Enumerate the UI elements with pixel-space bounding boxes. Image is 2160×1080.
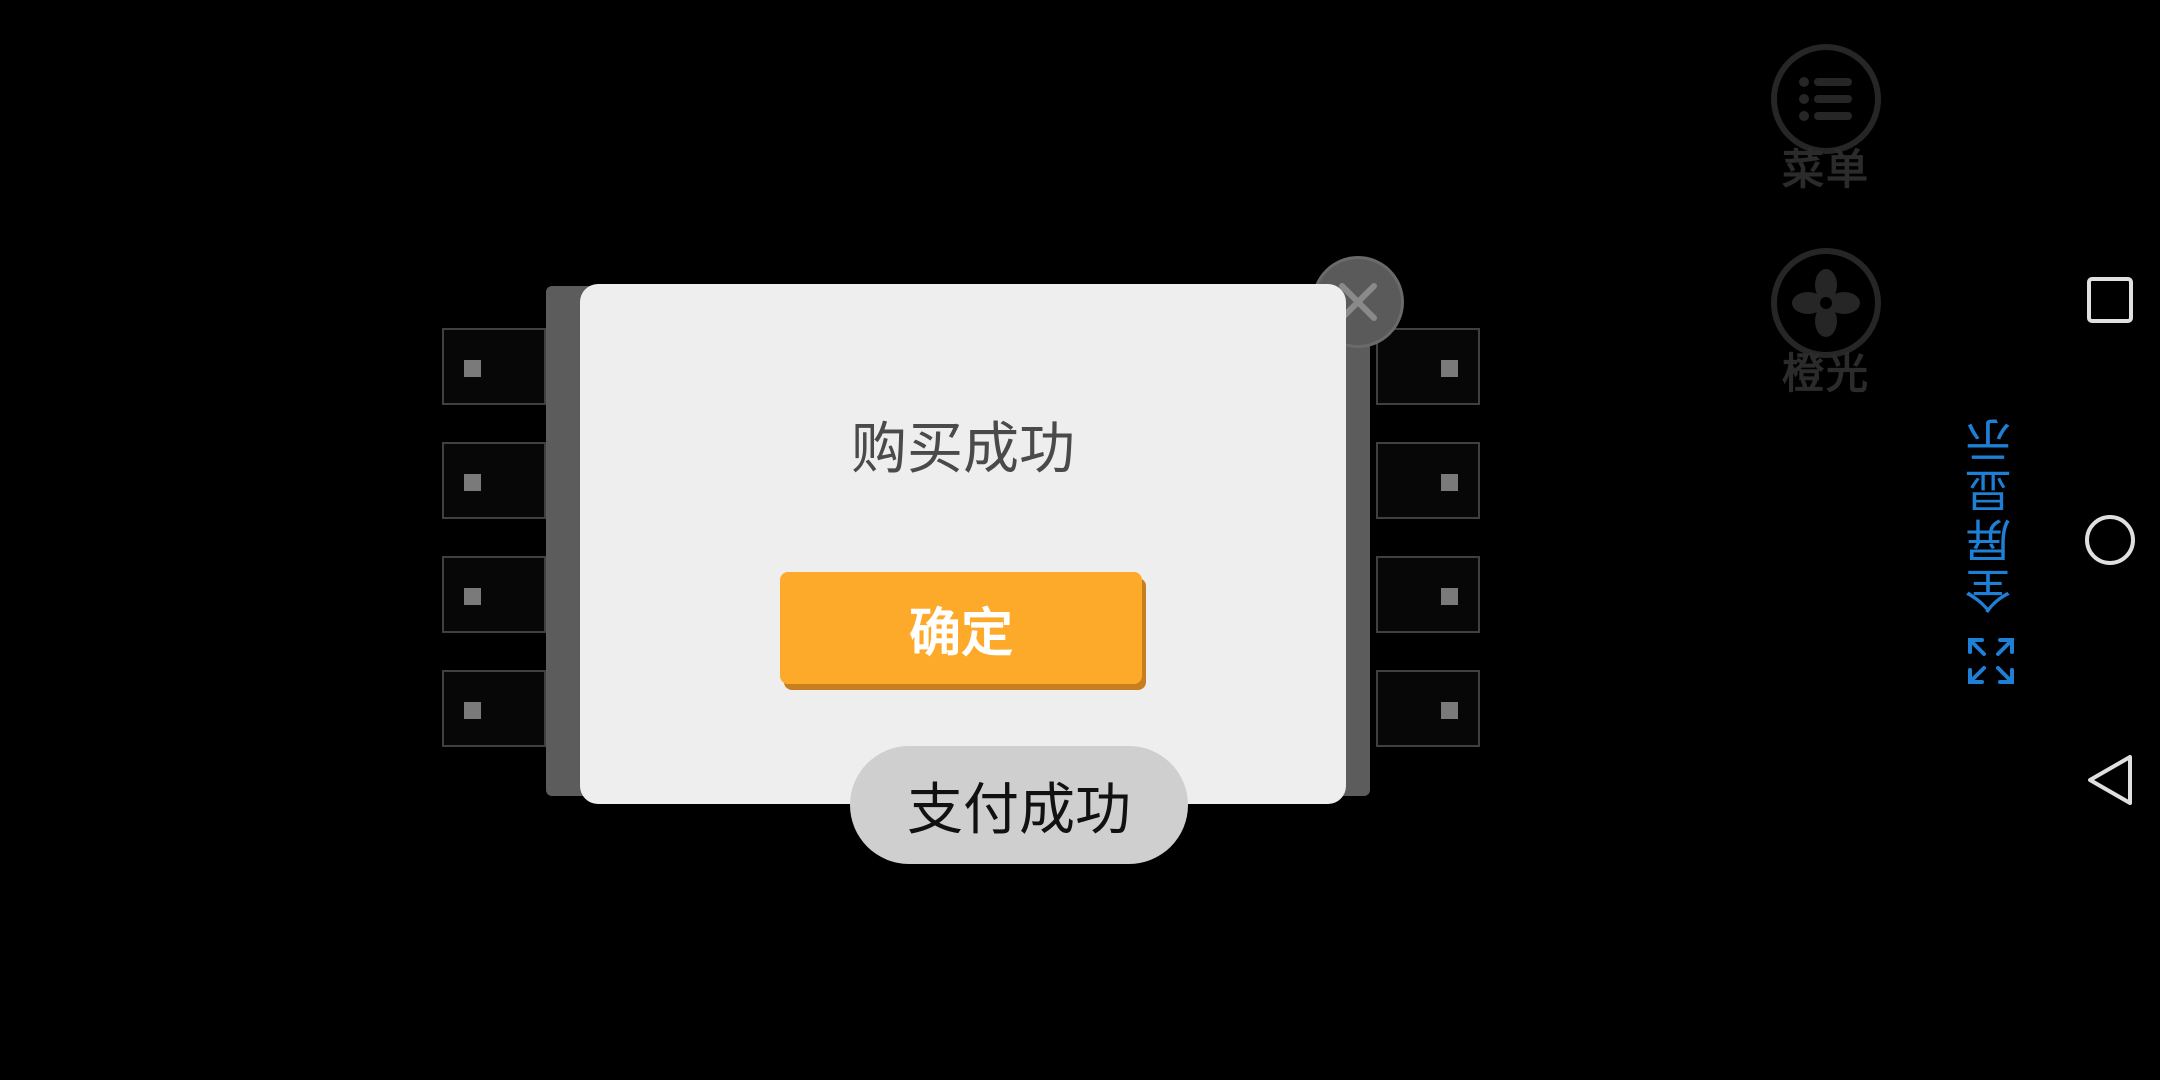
left-slot — [442, 670, 546, 747]
menu-button[interactable]: 菜单 — [1764, 44, 1888, 214]
left-slot — [442, 328, 546, 405]
slot-marker — [1441, 588, 1458, 605]
right-slot — [1376, 556, 1480, 633]
fan-icon — [1792, 269, 1860, 337]
slot-marker — [1441, 474, 1458, 491]
slot-marker — [1441, 702, 1458, 719]
light-label: 橙光 — [1781, 349, 1870, 398]
slot-marker — [464, 474, 481, 491]
confirm-button[interactable]: 确定 — [780, 572, 1142, 684]
slot-marker — [464, 360, 481, 377]
light-button[interactable]: 橙光 — [1764, 248, 1888, 418]
left-slot — [442, 556, 546, 633]
navigation-bar — [2060, 0, 2160, 1080]
payment-toast: 支付成功 — [850, 746, 1188, 864]
recents-button[interactable] — [2080, 270, 2140, 330]
right-slot — [1376, 328, 1480, 405]
triangle-back-icon — [2088, 755, 2132, 805]
fullscreen-label: 全屏显示 — [1964, 414, 2018, 614]
left-slot — [442, 442, 546, 519]
back-button[interactable] — [2080, 750, 2140, 810]
menu-label: 菜单 — [1781, 145, 1870, 194]
right-slot — [1376, 670, 1480, 747]
expand-icon — [1968, 638, 2014, 684]
screen: 购买成功 确定 支付成功 菜单 橙光 全屏显示 — [0, 0, 2160, 1080]
slot-marker — [464, 702, 481, 719]
fullscreen-button[interactable]: 全屏显示 — [1956, 396, 2026, 686]
circle-icon — [2085, 515, 2135, 565]
list-icon — [1799, 77, 1852, 121]
right-slot — [1376, 442, 1480, 519]
slot-marker — [1441, 360, 1458, 377]
slot-marker — [464, 588, 481, 605]
home-button[interactable] — [2080, 510, 2140, 570]
square-icon — [2087, 277, 2133, 323]
dialog-title: 购买成功 — [851, 417, 1075, 482]
purchase-dialog — [580, 284, 1346, 804]
